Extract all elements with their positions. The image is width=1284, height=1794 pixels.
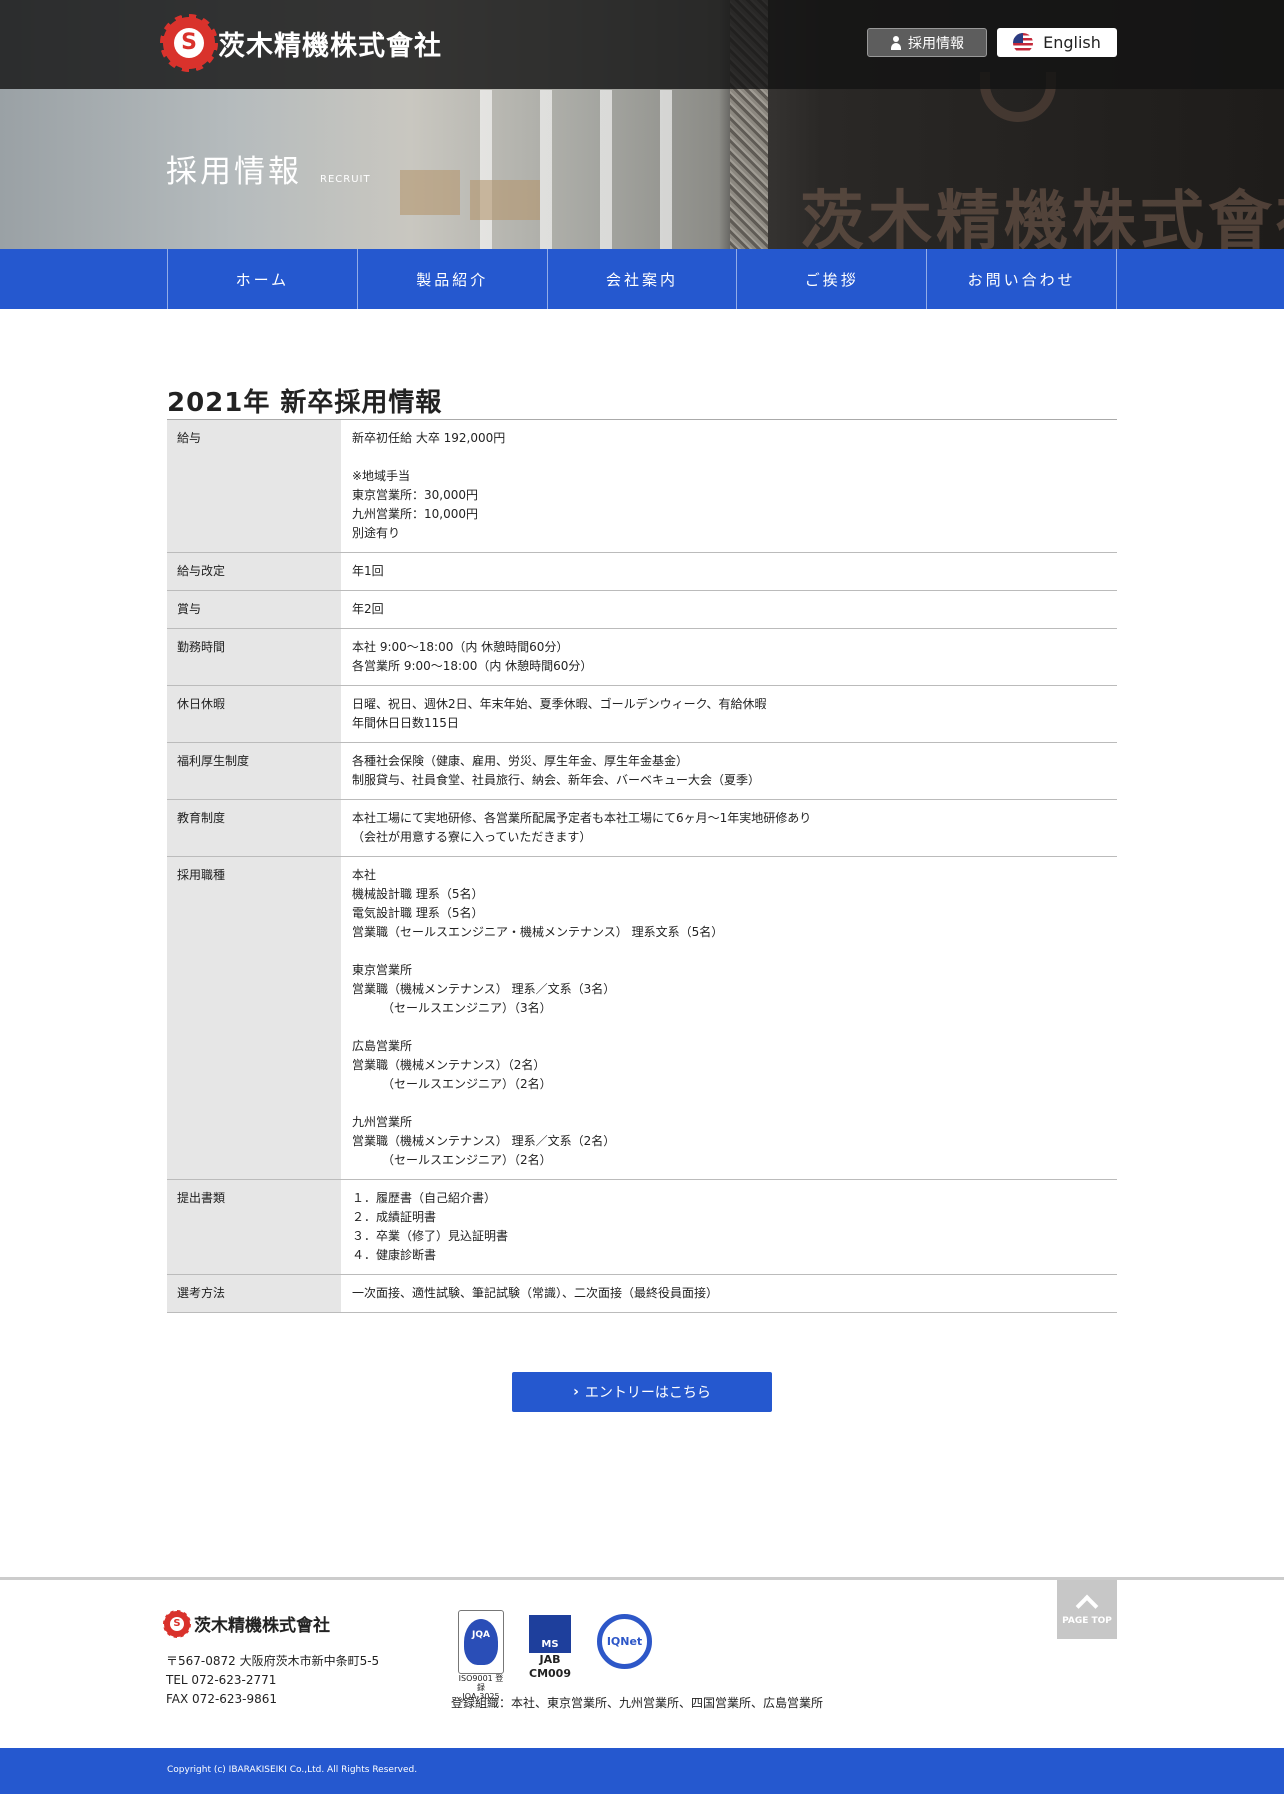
fax-line: FAX 072-623-9861 (166, 1692, 278, 1706)
recruit-button[interactable]: 採用情報 (867, 28, 987, 57)
gear-logo-icon: S (160, 14, 218, 72)
table-row: 休日休暇 日曜、祝日、週休2日、年末年始、夏季休暇、ゴールデンウィーク、有給休暇 … (167, 685, 1117, 743)
row-label: 給与改定 (167, 552, 341, 591)
section-heading: 2021年 新卒採用情報 (167, 388, 443, 418)
row-value: 本社 9:00〜18:00（内 休憩時間60分） 各営業所 9:00〜18:00… (341, 628, 1117, 686)
footer-logo-text: 茨木精機株式會社 (194, 1616, 330, 1636)
row-label: 給与 (167, 419, 341, 553)
table-row: 勤務時間 本社 9:00〜18:00（内 休憩時間60分） 各営業所 9:00〜1… (167, 628, 1117, 686)
row-value: 新卒初任給 大卒 192,000円 ※地域手当 東京営業所：30,000円 九州… (341, 419, 1117, 553)
nav-item-company[interactable]: 会社案内 (548, 249, 738, 309)
nav-item-contact[interactable]: お問い合わせ (927, 249, 1117, 309)
row-value: １．履歴書（自己紹介書） ２．成績証明書 ３．卒業（修了）見込証明書 ４．健康診… (341, 1179, 1117, 1275)
nav-item-products[interactable]: 製品紹介 (358, 249, 548, 309)
recruit-button-label: 採用情報 (908, 35, 964, 52)
page-subtitle: RECRUIT (320, 174, 371, 185)
jab-label: JAB (539, 1653, 561, 1666)
table-row: 賞与 年2回 (167, 590, 1117, 629)
chevron-up-icon (1075, 1594, 1099, 1618)
recruit-table: 給与 新卒初任給 大卒 192,000円 ※地域手当 東京営業所：30,000円 … (167, 419, 1117, 1313)
table-row: 採用職種 本社 機械設計職 理系（5名） 電気設計職 理系（5名） 営業職（セール… (167, 856, 1117, 1180)
table-row: 提出書類 １．履歴書（自己紹介書） ２．成績証明書 ３．卒業（修了）見込証明書 ４… (167, 1179, 1117, 1275)
row-label: 賞与 (167, 590, 341, 629)
jab-badge-icon: MS (529, 1615, 571, 1653)
row-label: 採用職種 (167, 856, 341, 1180)
row-value: 本社工場にて実地研修、各営業所配属予定者も本社工場にて6ヶ月〜1年実地研修あり … (341, 799, 1117, 857)
row-label: 福利厚生制度 (167, 742, 341, 800)
row-value: 本社 機械設計職 理系（5名） 電気設計職 理系（5名） 営業職（セールスエンジ… (341, 856, 1117, 1180)
nav-item-home[interactable]: ホーム (168, 249, 358, 309)
row-label: 休日休暇 (167, 685, 341, 743)
table-row: 給与改定 年1回 (167, 552, 1117, 591)
table-row: 選考方法 一次面接、適性試験、筆記試験（常識）、二次面接（最終役員面接） (167, 1274, 1117, 1313)
english-button[interactable]: English (997, 28, 1117, 57)
page-title: 採用情報 (166, 154, 302, 190)
site-logo[interactable]: S 茨木精機株式會社 (160, 14, 442, 72)
copyright-text: Copyright (c) IBARAKISEIKI Co.,Ltd. All … (167, 1765, 418, 1775)
row-label: 選考方法 (167, 1274, 341, 1313)
jab-certification-logo: MS JAB CM009 (527, 1615, 573, 1681)
table-row: 教育制度 本社工場にて実地研修、各営業所配属予定者も本社工場にて6ヶ月〜1年実地研… (167, 799, 1117, 857)
jqa-certification-logo: JQA ISO9001 登録 JQA-3025 (457, 1610, 505, 1701)
table-row: 福利厚生制度 各種社会保険（健康、雇用、労災、厚生年金、厚生年金基金） 制服貸与、… (167, 742, 1117, 800)
iqnet-certification-logo: IQNet (597, 1614, 652, 1669)
entry-button-label: エントリーはこちら (584, 1385, 711, 1401)
english-button-label: English (1043, 33, 1101, 52)
address-line: 〒567-0872 大阪府茨木市新中条町5-5 (166, 1654, 380, 1668)
row-label: 勤務時間 (167, 628, 341, 686)
global-nav: ホーム 製品紹介 会社案内 ご挨拶 お問い合わせ (0, 249, 1284, 309)
gear-logo-icon: S (163, 1609, 191, 1638)
row-value: 日曜、祝日、週休2日、年末年始、夏季休暇、ゴールデンウィーク、有給休暇 年間休日… (341, 685, 1117, 743)
hero-sign-lettering: 茨木精機株式會社 (800, 184, 1284, 249)
logo-text: 茨木精機株式會社 (218, 30, 442, 62)
row-label: 提出書類 (167, 1179, 341, 1275)
row-value: 年2回 (341, 590, 1117, 629)
row-value: 各種社会保険（健康、雇用、労災、厚生年金、厚生年金基金） 制服貸与、社員食堂、社… (341, 742, 1117, 800)
jqa-badge-icon: JQA (458, 1610, 504, 1674)
footer-address: 〒567-0872 大阪府茨木市新中条町5-5 TEL 072-623-2771… (166, 1652, 379, 1709)
nav-item-greeting[interactable]: ご挨拶 (737, 249, 928, 309)
jab-code: CM009 (529, 1667, 571, 1680)
page-top-label: PAGE TOP (1062, 1616, 1112, 1626)
row-value: 年1回 (341, 552, 1117, 591)
hero-box-image (400, 170, 460, 215)
footer-logo[interactable]: S 茨木精機株式會社 (163, 1609, 330, 1638)
row-value: 一次面接、適性試験、筆記試験（常識）、二次面接（最終役員面接） (341, 1274, 1117, 1313)
chevron-right-icon: › (573, 1384, 579, 1400)
registry-text: 登録組織：本社、東京営業所、九州営業所、四国営業所、広島営業所 (451, 1696, 824, 1710)
page-top-button[interactable]: PAGE TOP (1057, 1580, 1117, 1639)
hero-shelf-image (480, 90, 680, 249)
jqa-caption: ISO9001 登録 (458, 1674, 504, 1692)
us-flag-icon (1013, 32, 1034, 53)
tel-line: TEL 072-623-2771 (166, 1673, 277, 1687)
main-content: 2021年 新卒採用情報 給与 新卒初任給 大卒 192,000円 ※地域手当 東… (167, 382, 1117, 1313)
person-icon (890, 35, 902, 50)
table-row: 給与 新卒初任給 大卒 192,000円 ※地域手当 東京営業所：30,000円 … (167, 419, 1117, 553)
row-label: 教育制度 (167, 799, 341, 857)
page-heading: 採用情報 RECRUIT (166, 146, 371, 191)
hero-box-image (470, 180, 540, 220)
copyright-bar: Copyright (c) IBARAKISEIKI Co.,Ltd. All … (0, 1748, 1284, 1794)
hero-banner: 茨木精機株式會社 S 茨木精機株式會社 採用情報 English 採用情報 RE… (0, 0, 1284, 249)
entry-button[interactable]: › エントリーはこちら (512, 1372, 772, 1412)
